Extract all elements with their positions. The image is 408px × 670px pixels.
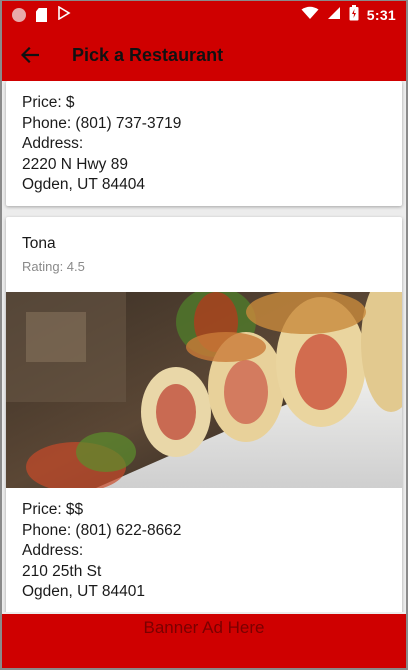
back-arrow-icon [21, 47, 39, 63]
restaurant-address-line2: Ogden, UT 84401 [22, 583, 145, 601]
notification-dot-icon [12, 8, 26, 22]
restaurant-name: Tona [22, 235, 56, 252]
battery-icon [349, 4, 359, 26]
cell-signal-icon [327, 6, 341, 25]
banner-ad-text: Banner Ad Here [143, 618, 265, 637]
restaurant-address-line1: 2220 N Hwy 89 [22, 155, 128, 173]
status-time: 5:31 [366, 7, 396, 23]
app-bar: Pick a Restaurant [2, 29, 406, 81]
restaurant-address-line2: Ogden, UT 84404 [22, 176, 145, 194]
restaurant-card[interactable]: Tona Rating: 4.5 Price: $$ Phone: (801) … [6, 217, 402, 612]
restaurant-details: Price: $$ Phone: (801) 622-8662 Address:… [6, 488, 402, 603]
system-icons: 5:31 [301, 4, 396, 26]
restaurant-phone: Phone: (801) 737-3719 [22, 114, 182, 132]
restaurant-address-label: Address: [22, 135, 84, 153]
restaurant-price: Price: $ [22, 94, 75, 111]
restaurant-address-line1: 210 25th St [22, 562, 102, 580]
restaurant-card[interactable]: Price: $ Phone: (801) 737-3719 Address: … [6, 81, 402, 206]
notification-icons [12, 5, 71, 25]
restaurant-photo [6, 292, 402, 488]
restaurant-list[interactable]: Price: $ Phone: (801) 737-3719 Address: … [2, 81, 406, 612]
app-screen: 5:31 Pick a Restaurant Price: $ Phone: (… [0, 0, 408, 670]
restaurant-phone: Phone: (801) 622-8662 [22, 521, 182, 539]
page-title: Pick a Restaurant [72, 44, 224, 65]
banner-ad[interactable]: Banner Ad Here [2, 614, 406, 668]
back-button[interactable] [2, 29, 58, 81]
restaurant-details: Price: $ Phone: (801) 737-3719 Address: … [6, 81, 402, 196]
status-bar: 5:31 [2, 1, 406, 29]
restaurant-price: Price: $$ [22, 501, 84, 518]
wifi-icon [301, 6, 319, 25]
sd-card-icon [36, 8, 47, 22]
restaurant-rating: Rating: 4.5 [22, 259, 85, 274]
restaurant-address-label: Address: [22, 542, 84, 560]
play-store-icon [57, 5, 71, 25]
